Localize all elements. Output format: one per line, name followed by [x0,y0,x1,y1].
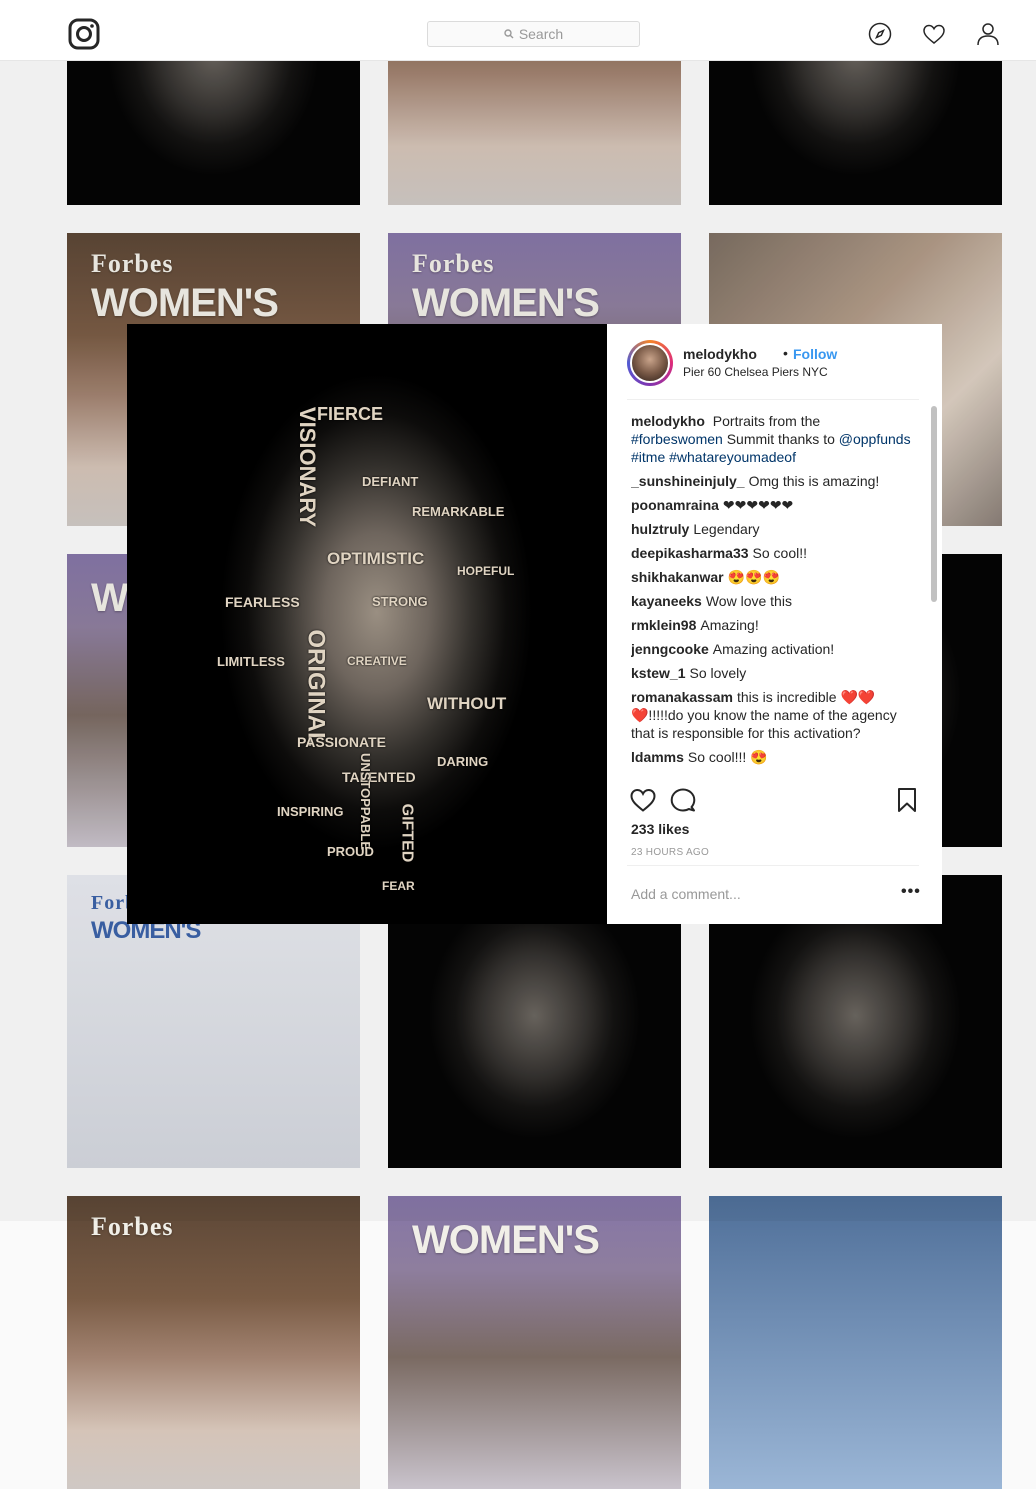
comment-text: ❤❤❤❤❤❤ [722,497,794,513]
comment-text: So lovely [689,665,747,681]
likes-count[interactable]: 233 likes [631,821,689,837]
portrait-word: LIMITLESS [217,654,285,669]
top-navigation: Search [0,0,1036,61]
post-actions [627,786,919,816]
like-heart-icon[interactable] [629,786,657,814]
more-options-icon[interactable]: ••• [901,883,921,901]
hashtag-link[interactable]: #whatareyoumadeof [669,449,796,465]
portrait-word: WITHOUT [427,694,507,713]
avatar[interactable] [627,340,673,386]
comment-item: poonamraina ❤❤❤❤❤❤ [631,496,911,514]
comment-text: Wow love this [705,593,792,609]
heart-icon[interactable] [922,22,946,46]
comment-item: deepikasharma33 So cool!! [631,544,911,562]
comment-username[interactable]: ldamms [631,749,684,765]
portrait-word: CREATIVE [347,654,407,668]
comment-item: kstew_1 So lovely [631,664,911,682]
portrait-word: HOPEFUL [457,564,515,578]
grid-post-tile[interactable]: WOMEN'S [388,1196,681,1489]
caption-username[interactable]: melodykho [631,413,705,429]
comment-text: 😍😍😍 [727,569,780,585]
portrait-word: STRONG [372,594,428,609]
tile-brand-text: Forbes WOMEN'S [412,249,600,325]
comment-username[interactable]: deepikasharma33 [631,545,749,561]
comment-text: So cool!! [752,545,808,561]
hashtag-link[interactable]: #itme [631,449,665,465]
hashtag-link[interactable]: #forbeswomen [631,431,723,447]
search-icon [504,29,514,39]
portrait-word: DARING [437,754,489,769]
post-username[interactable]: melodykho [683,346,757,362]
caption-text: Summit thanks to [722,431,839,447]
portrait-word: GIFTED [398,803,416,863]
hashtag-link[interactable]: @oppfunds [839,431,911,447]
portrait-word: INSPIRING [277,804,344,819]
comment-item: hulztruly Legendary [631,520,911,538]
comment-username[interactable]: rmklein98 [631,617,696,633]
explore-icon[interactable] [868,22,892,46]
comment-item: shikhakanwar 😍😍😍 [631,568,911,586]
profile-icon[interactable] [976,22,1000,46]
comment-item: ldamms So cool!!! 😍 [631,748,911,766]
scrollbar-thumb[interactable] [931,406,937,602]
comment-username[interactable]: jenngcooke [631,641,709,657]
comments-scrollbar[interactable] [930,406,938,778]
follow-button[interactable]: Follow [793,346,837,362]
portrait-word: FEAR [382,879,415,893]
grid-post-tile[interactable] [709,1196,1002,1489]
comment-text: Legendary [693,521,760,537]
portrait-word: OPTIMISTIC [327,549,425,568]
portrait-word: PROUD [327,844,374,859]
comment-item: rmklein98 Amazing! [631,616,911,634]
portrait-word: VISIONARY [295,406,321,528]
search-placeholder: Search [518,26,564,42]
post-sidebar: melodykho • Follow Pier 60 Chelsea Piers… [607,324,942,924]
bookmark-icon[interactable] [893,786,921,814]
post-photo[interactable]: FIERCE VISIONARY OPTIMISTIC ORIGINAL WITHOUT… [127,324,607,924]
portrait-word: REMARKABLE [412,504,505,519]
search-input[interactable]: Search [427,21,640,47]
caption: melodykho Portraits from the #forbeswome… [631,412,911,466]
portrait-word: FEARLESS [225,594,300,610]
comment-text: Amazing! [700,617,759,633]
avatar-image [630,343,670,383]
tile-brand-text: Forbes WOMEN'S [91,249,279,325]
divider [627,865,919,866]
portrait-word: UNSTOPPABLE [358,752,374,851]
comment-username[interactable]: poonamraina [631,497,719,513]
post-location[interactable]: Pier 60 Chelsea Piers NYC [683,365,828,379]
portrait-word: PASSIONATE [297,734,386,750]
portrait-word: ORIGINAL [302,629,330,747]
add-comment-input[interactable]: Add a comment... [631,886,741,902]
comment-username[interactable]: _sunshineinjuly_ [631,473,745,489]
portrait-word: FIERCE [317,404,384,424]
comment-text: Amazing activation! [712,641,835,657]
instagram-logo-icon[interactable] [68,18,100,50]
comment-text: So cool!!! 😍 [687,749,768,765]
comment-item: _sunshineinjuly_ Omg this is amazing! [631,472,911,490]
grid-post-tile[interactable]: Forbes [67,1196,360,1489]
caption-text: Portraits from the [712,413,821,429]
portrait-word: TALENTED [342,769,416,785]
comment-text: Omg this is amazing! [748,473,880,489]
comment-item: romanakassam this is incredible ❤️❤️❤️!!!… [631,688,911,742]
separator-dot: • [783,345,788,361]
post-header: melodykho • Follow Pier 60 Chelsea Piers… [627,340,919,400]
comment-item: kayaneeks Wow love this [631,592,911,610]
comment-username[interactable]: hulztruly [631,521,689,537]
post-modal: FIERCE VISIONARY OPTIMISTIC ORIGINAL WITHOUT… [127,324,942,924]
tile-brand-text: Forbes [91,1212,174,1241]
comment-username[interactable]: kayaneeks [631,593,702,609]
comment-username[interactable]: kstew_1 [631,665,685,681]
comment-username[interactable]: romanakassam [631,689,733,705]
portrait-word: DEFIANT [362,474,419,489]
comment-bubble-icon[interactable] [669,786,697,814]
post-timestamp[interactable]: 23 HOURS AGO [631,847,709,858]
nav-icons [868,22,1000,46]
comment-username[interactable]: shikhakanwar [631,569,724,585]
comment-item: jenngcooke Amazing activation! [631,640,911,658]
comments-list[interactable]: melodykho Portraits from the #forbeswome… [631,412,911,778]
